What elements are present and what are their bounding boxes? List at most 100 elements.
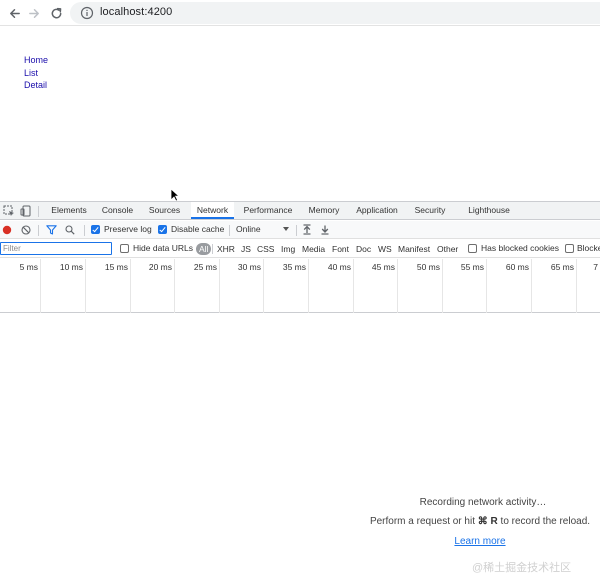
disable-cache-checkbox[interactable] — [158, 225, 167, 234]
type-filter-other[interactable]: Other — [437, 243, 458, 255]
toolbar-separator — [38, 225, 39, 236]
timeline-tick-label: 10 ms — [59, 262, 83, 272]
timeline-gridline — [531, 259, 532, 313]
tab-performance[interactable]: Performance — [239, 202, 297, 219]
type-filter-doc[interactable]: Doc — [356, 243, 371, 255]
timeline-tick-label: 45 ms — [371, 262, 395, 272]
type-filter-js[interactable]: JS — [241, 243, 251, 255]
timeline-gridline — [263, 259, 264, 313]
back-button[interactable] — [4, 3, 24, 23]
blocked-requests-label: Blocke — [577, 243, 600, 253]
inspect-element-icon[interactable] — [3, 205, 15, 217]
timeline-tick-label: 35 ms — [282, 262, 306, 272]
type-filter-xhr[interactable]: XHR — [217, 243, 235, 255]
toolbar-separator — [296, 225, 297, 236]
forward-button[interactable] — [24, 3, 44, 23]
reload-hint-prefix: Perform a request or hit — [369, 516, 478, 527]
tab-network[interactable]: Network — [191, 202, 234, 219]
tab-separator — [38, 206, 39, 217]
network-toolbar: Preserve log Disable cache Online — [0, 221, 600, 239]
toolbar-separator — [229, 225, 230, 236]
timeline-tick-label: 7 — [593, 262, 598, 272]
timeline-gridline — [397, 259, 398, 313]
network-timeline-overview[interactable]: 5 ms 10 ms 15 ms 20 ms 25 ms 30 ms 35 ms… — [0, 259, 600, 313]
device-toolbar-icon[interactable] — [20, 205, 32, 217]
tab-sources[interactable]: Sources — [143, 202, 186, 219]
tab-memory[interactable]: Memory — [302, 202, 346, 219]
recording-status-text: Recording network activity… — [419, 497, 547, 508]
address-bar[interactable]: localhost:4200 — [70, 2, 600, 24]
preserve-log-label: Preserve log — [104, 224, 152, 234]
url-text: localhost:4200 — [100, 6, 173, 18]
timeline-tick-label: 15 ms — [104, 262, 128, 272]
filter-separator — [212, 244, 213, 254]
timeline-tick-label: 25 ms — [193, 262, 217, 272]
timeline-gridline — [40, 259, 41, 313]
import-har-icon[interactable] — [302, 224, 312, 235]
type-filter-all[interactable]: All — [196, 243, 212, 255]
throttling-value: Online — [236, 224, 261, 234]
reload-hint-text: Perform a request or hit ⌘ R to record t… — [350, 516, 600, 527]
tab-security[interactable]: Security — [409, 202, 451, 219]
forward-arrow-icon — [28, 8, 39, 18]
has-blocked-cookies-label: Has blocked cookies — [481, 243, 559, 253]
hide-data-urls-checkbox[interactable] — [120, 244, 129, 253]
timeline-tick-label: 20 ms — [148, 262, 172, 272]
reload-button[interactable] — [46, 3, 66, 23]
type-filter-css[interactable]: CSS — [257, 243, 274, 255]
timeline-tick-label: 50 ms — [416, 262, 440, 272]
detail-link[interactable]: Detail — [24, 79, 48, 92]
has-blocked-cookies-checkbox[interactable] — [468, 244, 477, 253]
tab-lighthouse[interactable]: Lighthouse — [461, 202, 517, 219]
throttling-select[interactable]: Online — [233, 223, 291, 237]
timeline-gridline — [219, 259, 220, 313]
info-icon[interactable] — [80, 6, 94, 20]
preserve-log-checkbox[interactable] — [91, 225, 100, 234]
devtools-tab-bar: Elements Console Sources Network Perform… — [0, 202, 600, 220]
search-icon[interactable] — [65, 225, 75, 235]
filter-funnel-icon[interactable] — [46, 225, 57, 235]
timeline-tick-label: 55 ms — [460, 262, 484, 272]
timeline-gridline — [308, 259, 309, 313]
hide-data-urls-label: Hide data URLs — [133, 243, 194, 253]
toolbar-separator — [84, 225, 85, 236]
reload-icon — [51, 7, 61, 18]
timeline-gridline — [85, 259, 86, 313]
back-arrow-icon — [9, 8, 20, 18]
tab-elements[interactable]: Elements — [46, 202, 92, 219]
export-har-icon[interactable] — [320, 224, 330, 235]
type-filter-font[interactable]: Font — [332, 243, 349, 255]
record-icon[interactable] — [2, 225, 12, 235]
timeline-gridline — [130, 259, 131, 313]
timeline-gridline — [353, 259, 354, 313]
tab-console[interactable]: Console — [96, 202, 139, 219]
browser-toolbar: localhost:4200 — [0, 0, 600, 26]
disable-cache-label: Disable cache — [171, 224, 225, 234]
timeline-gridline — [486, 259, 487, 313]
type-filter-ws[interactable]: WS — [378, 243, 392, 255]
home-link[interactable]: Home — [24, 54, 48, 67]
timeline-gridline — [442, 259, 443, 313]
mouse-cursor-icon — [170, 188, 180, 202]
chevron-down-icon — [283, 227, 289, 231]
list-link[interactable]: List — [24, 67, 48, 80]
watermark-text: @稀土掘金技术社区 — [472, 562, 572, 574]
learn-more-link[interactable]: Learn more — [448, 536, 512, 547]
reload-hint-suffix: to record the reload. — [497, 516, 591, 527]
type-filter-img[interactable]: Img — [281, 243, 295, 255]
timeline-tick-label: 30 ms — [237, 262, 261, 272]
blocked-requests-checkbox[interactable] — [565, 244, 574, 253]
page-nav-links: Home List Detail — [24, 54, 48, 92]
keyboard-shortcut: ⌘ R — [477, 516, 498, 527]
tab-application[interactable]: Application — [350, 202, 404, 219]
timeline-gridline — [174, 259, 175, 313]
timeline-tick-label: 40 ms — [327, 262, 351, 272]
devtools-panel: Elements Console Sources Network Perform… — [0, 201, 600, 585]
type-filter-manifest[interactable]: Manifest — [398, 243, 430, 255]
filter-bar: Hide data URLs All XHR JS CSS Img Media … — [0, 240, 600, 258]
type-filter-media[interactable]: Media — [302, 243, 325, 255]
timeline-tick-label: 5 ms — [19, 262, 38, 272]
timeline-tick-label: 60 ms — [505, 262, 529, 272]
clear-icon[interactable] — [21, 225, 31, 235]
filter-input[interactable] — [0, 242, 112, 255]
